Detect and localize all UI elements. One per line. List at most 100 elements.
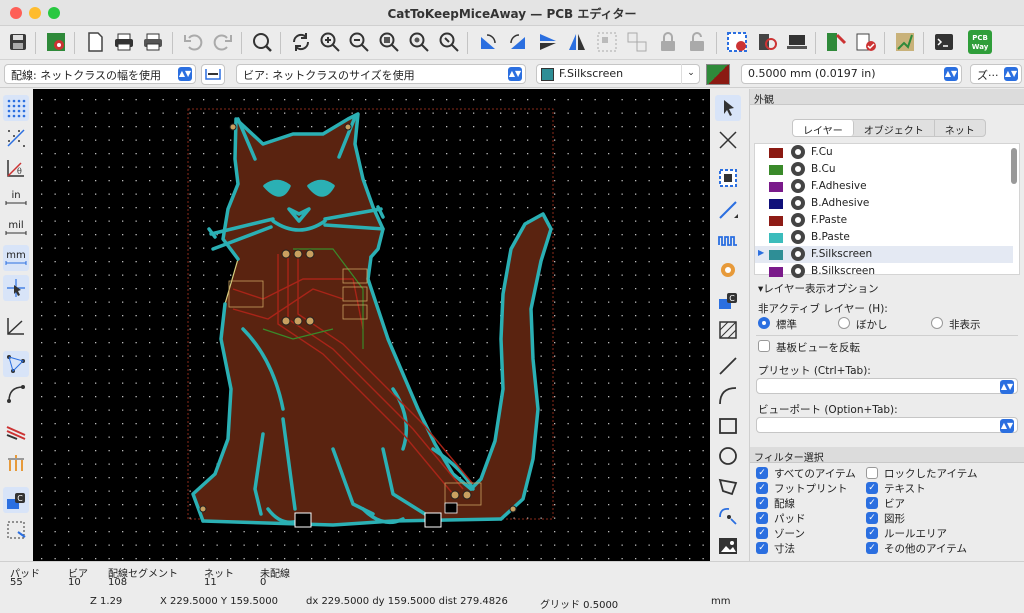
add-via-icon[interactable] xyxy=(715,257,741,283)
chevron-down-icon[interactable]: ⌄ xyxy=(681,64,700,84)
route-track-icon[interactable] xyxy=(715,197,741,223)
layer-color-swatch[interactable] xyxy=(769,267,783,277)
page-settings-icon[interactable] xyxy=(82,29,108,55)
net-color-icon[interactable] xyxy=(3,419,29,445)
add-footprint-icon[interactable] xyxy=(715,165,741,191)
pcb-canvas[interactable] xyxy=(33,89,710,561)
tab-nets[interactable]: ネット xyxy=(935,120,985,137)
drc-icon[interactable] xyxy=(823,29,849,55)
layer-color-swatch[interactable] xyxy=(769,148,783,158)
footprint-editor-icon[interactable] xyxy=(784,29,810,55)
add-dimension-icon[interactable] xyxy=(715,503,741,529)
viewports-select[interactable]: ▲▼ xyxy=(756,417,1018,433)
filter-checkbox[interactable]: ✓ xyxy=(866,527,878,539)
filter-checkbox[interactable]: ✓ xyxy=(756,527,768,539)
rotate-cw-icon[interactable] xyxy=(505,29,531,55)
layer-color-swatch[interactable] xyxy=(769,199,783,209)
eye-icon[interactable] xyxy=(791,247,805,261)
redo-icon[interactable] xyxy=(210,29,236,55)
polar-coords-icon[interactable]: θ xyxy=(3,155,29,181)
add-image-icon[interactable] xyxy=(715,533,741,559)
filter-checkbox[interactable] xyxy=(866,467,878,479)
footprint-library-icon[interactable] xyxy=(754,29,780,55)
undo-icon[interactable] xyxy=(180,29,206,55)
filter-checkbox[interactable]: ✓ xyxy=(756,542,768,554)
layer-color-swatch[interactable] xyxy=(769,233,783,243)
local-ratsnest-icon[interactable] xyxy=(715,127,741,153)
layer-row[interactable]: B.Cu xyxy=(755,161,1013,178)
via-size-select[interactable]: ビア: ネットクラスのサイズを使用 ▲▼ xyxy=(236,64,526,84)
filter-checkbox[interactable]: ✓ xyxy=(866,497,878,509)
lock-icon[interactable] xyxy=(655,29,681,55)
layer-color-swatch[interactable] xyxy=(769,216,783,226)
tab-objects[interactable]: オブジェクト xyxy=(854,120,935,137)
filter-checkbox[interactable]: ✓ xyxy=(866,512,878,524)
units-inch-button[interactable]: in xyxy=(3,185,29,211)
tune-length-icon[interactable] xyxy=(715,227,741,253)
find-icon[interactable] xyxy=(249,29,275,55)
router-icon[interactable] xyxy=(892,29,918,55)
plot-icon[interactable] xyxy=(140,29,166,55)
filter-checkbox[interactable]: ✓ xyxy=(756,467,768,479)
draw-circle-icon[interactable] xyxy=(715,443,741,469)
eye-icon[interactable] xyxy=(791,162,805,176)
draw-polygon-icon[interactable] xyxy=(715,473,741,499)
eye-icon[interactable] xyxy=(791,196,805,210)
update-pcb-icon[interactable] xyxy=(724,29,750,55)
layer-row[interactable]: B.Silkscreen xyxy=(755,263,1013,280)
units-mm-button[interactable]: mm xyxy=(3,245,29,271)
presets-select[interactable]: ▲▼ xyxy=(756,378,1018,394)
layer-select[interactable]: F.Silkscreen xyxy=(536,64,700,84)
inactive-dim-radio[interactable] xyxy=(838,317,850,329)
zoom-in-icon[interactable] xyxy=(317,29,343,55)
inactive-normal-radio[interactable] xyxy=(758,317,770,329)
grid-overrides-icon[interactable] xyxy=(3,125,29,151)
curved-ratsnest-icon[interactable] xyxy=(3,381,29,407)
filter-checkbox[interactable]: ✓ xyxy=(756,497,768,509)
print-icon[interactable] xyxy=(111,29,137,55)
track-highcontrast-icon[interactable] xyxy=(3,449,29,475)
auto-track-width-icon[interactable] xyxy=(201,64,225,85)
rotate-ccw-icon[interactable] xyxy=(475,29,501,55)
mirror-horizontal-icon[interactable] xyxy=(564,29,590,55)
mirror-vertical-icon[interactable] xyxy=(535,29,561,55)
filter-checkbox[interactable]: ✓ xyxy=(756,512,768,524)
pad-display-icon[interactable]: C xyxy=(3,487,29,513)
track-width-select[interactable]: 配線: ネットクラスの幅を使用 ▲▼ xyxy=(4,64,196,84)
zoom-out-icon[interactable] xyxy=(346,29,372,55)
board-setup-icon[interactable] xyxy=(43,29,69,55)
draw-rectangle-icon[interactable] xyxy=(715,413,741,439)
units-mil-button[interactable]: mil xyxy=(3,215,29,241)
group-icon[interactable] xyxy=(594,29,620,55)
tab-layers[interactable]: レイヤー xyxy=(793,120,854,137)
save-icon[interactable] xyxy=(5,29,31,55)
zoom-objects-icon[interactable] xyxy=(406,29,432,55)
selection-filter-icon[interactable] xyxy=(3,517,29,543)
layer-list-scrollbar[interactable] xyxy=(1011,148,1017,184)
check-list-icon[interactable] xyxy=(853,29,879,55)
rule-area-icon[interactable] xyxy=(715,317,741,343)
layer-row[interactable]: F.Adhesive xyxy=(755,178,1013,195)
grid-select[interactable]: 0.5000 mm (0.0197 in) ▲▼ xyxy=(741,64,962,84)
ratsnest-icon[interactable] xyxy=(3,351,29,377)
angle-snap-icon[interactable] xyxy=(3,313,29,339)
zoom-select[interactable]: ズ··· ▲▼ xyxy=(970,64,1022,84)
eye-icon[interactable] xyxy=(791,230,805,244)
layer-color-swatch[interactable] xyxy=(769,165,783,175)
layer-row[interactable]: F.Cu xyxy=(755,144,1013,161)
layer-row[interactable]: F.Paste xyxy=(755,212,1013,229)
filter-checkbox[interactable]: ✓ xyxy=(866,482,878,494)
zoom-selection-icon[interactable] xyxy=(436,29,462,55)
eye-icon[interactable] xyxy=(791,145,805,159)
layer-color-swatch[interactable] xyxy=(769,250,783,260)
full-crosshair-icon[interactable] xyxy=(3,275,29,301)
eye-icon[interactable] xyxy=(791,213,805,227)
inactive-hide-radio[interactable] xyxy=(931,317,943,329)
eye-icon[interactable] xyxy=(791,264,805,278)
layer-row[interactable]: B.Adhesive xyxy=(755,195,1013,212)
layer-display-options-toggle[interactable]: ▾レイヤー表示オプション xyxy=(758,281,878,296)
layer-row[interactable]: ▶ F.Silkscreen xyxy=(755,246,1013,263)
add-zone-icon[interactable]: C xyxy=(715,287,741,313)
eye-icon[interactable] xyxy=(791,179,805,193)
unlock-icon[interactable] xyxy=(684,29,710,55)
